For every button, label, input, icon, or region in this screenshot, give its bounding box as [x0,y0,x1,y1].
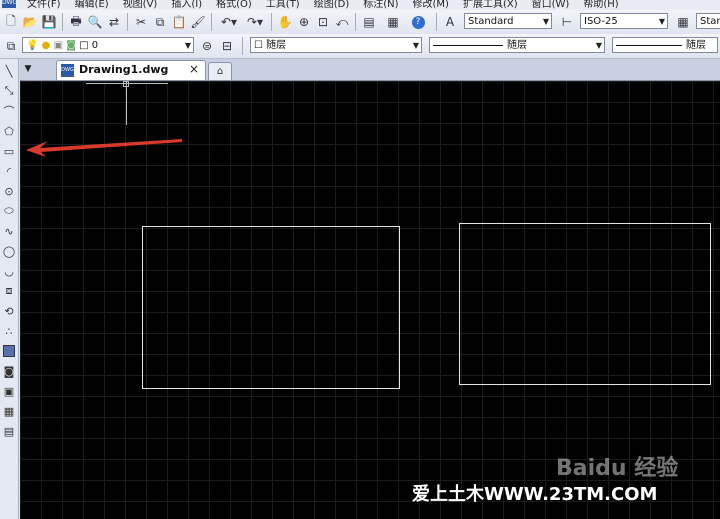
annotation-arrow [26,139,182,157]
red-arrow-shape [26,139,182,157]
site-watermark: 爱上土木WWW.23TM.COM [412,484,658,505]
baidu-watermark: Baidu 经验 [556,456,679,481]
